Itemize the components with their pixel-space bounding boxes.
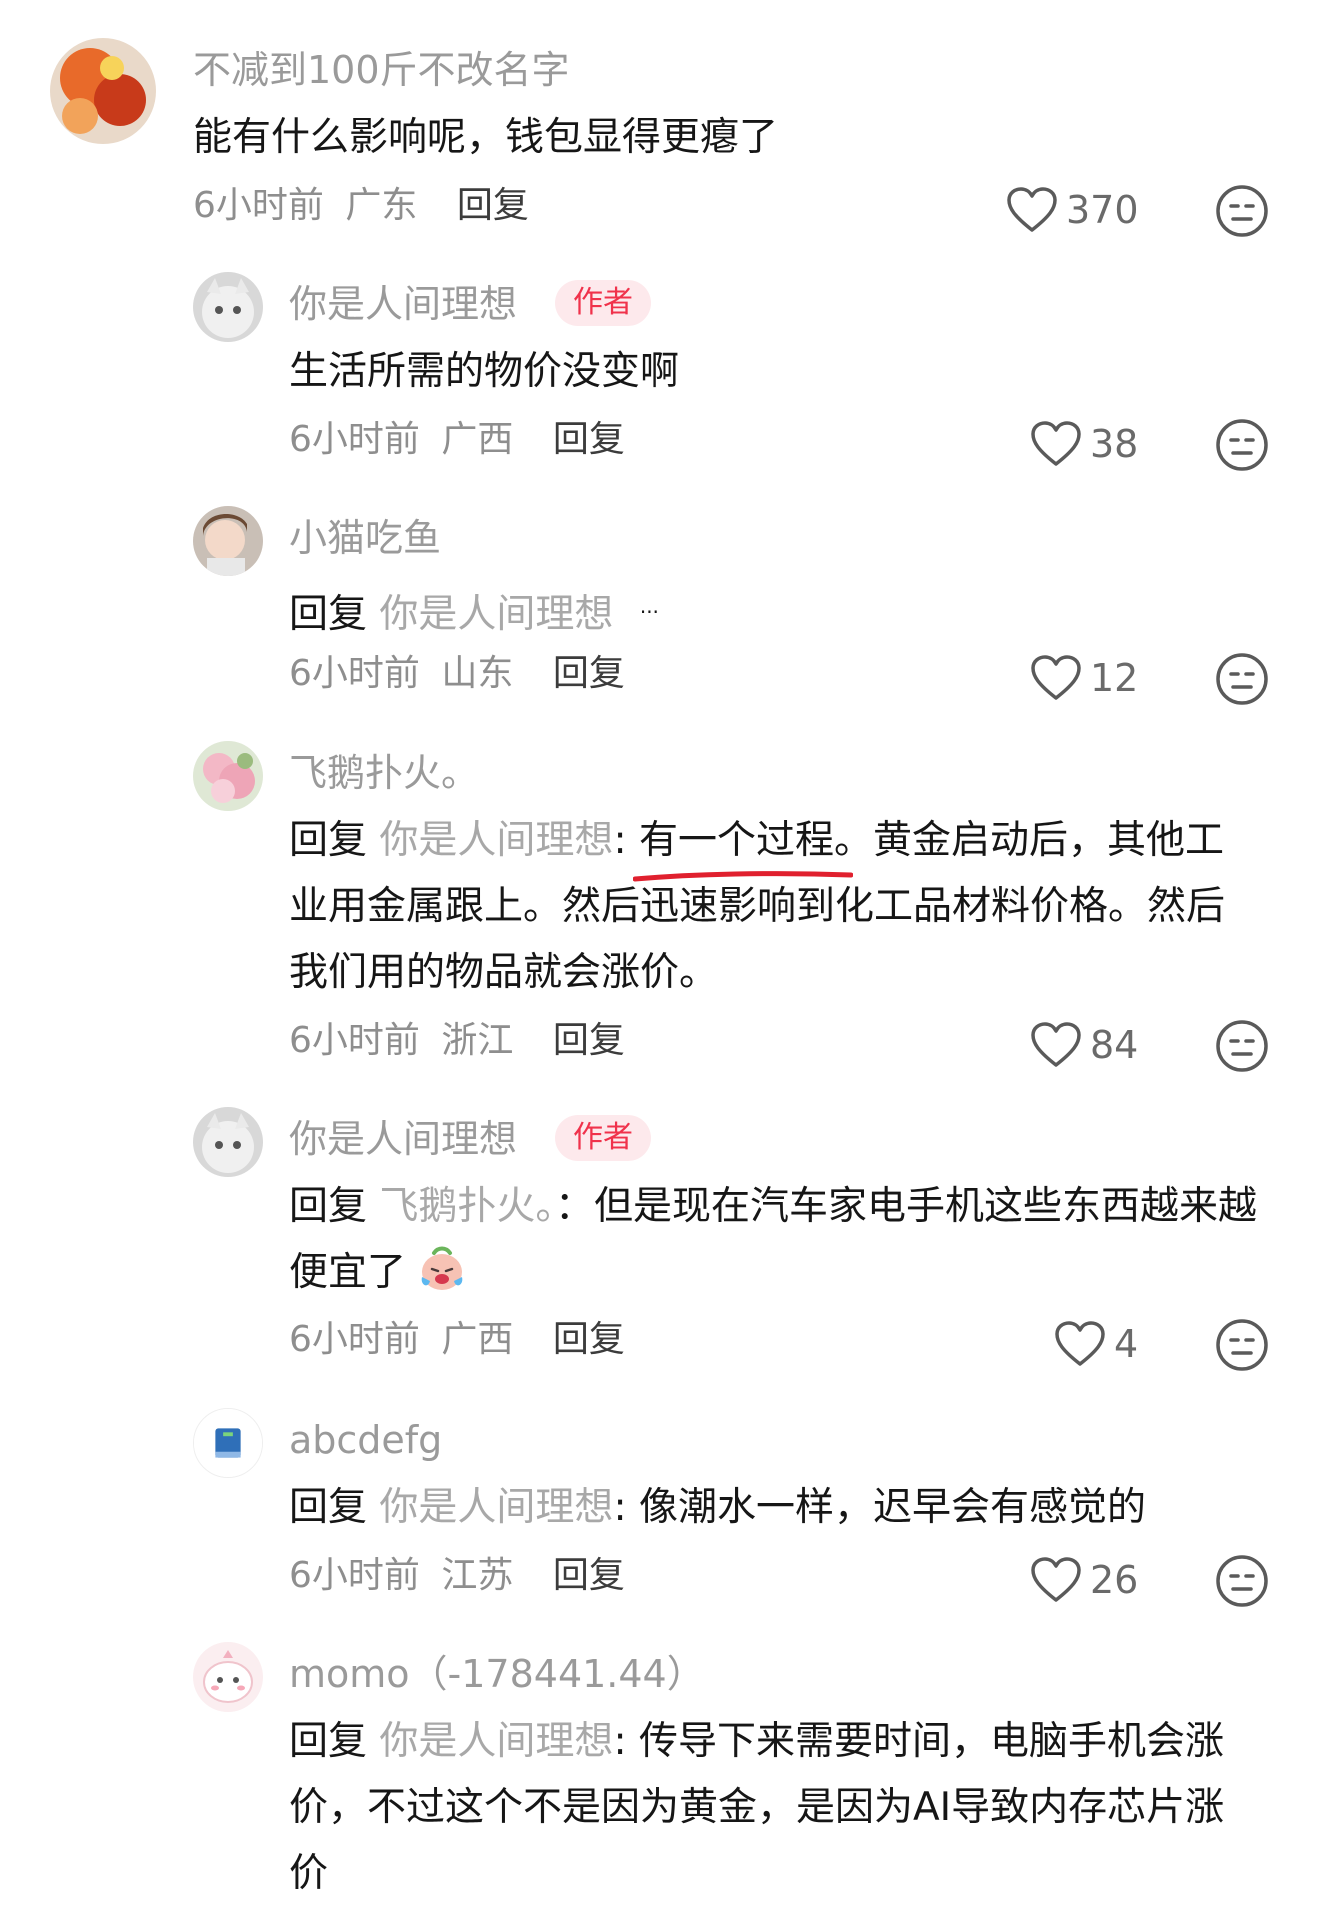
reply-target-username[interactable]: 你是人间理想 bbox=[379, 818, 613, 863]
reply-target-username[interactable]: 你是人间理想 bbox=[379, 592, 613, 637]
underlined-phrase: 有一个过程 bbox=[638, 818, 834, 863]
comment-text: 能有什么影响呢，钱包显得更瘪了 bbox=[193, 115, 779, 160]
heart-icon bbox=[1031, 1022, 1081, 1067]
comment-meta: 6小时前 江苏 回复 bbox=[289, 1552, 625, 1600]
reply-word: 回复 bbox=[289, 818, 368, 863]
unamused-face-icon bbox=[1216, 653, 1268, 705]
like-button[interactable]: 38 bbox=[1030, 416, 1138, 472]
reply-target-username[interactable]: 你是人间理想 bbox=[379, 1719, 613, 1764]
unamused-face-icon bbox=[1216, 185, 1268, 237]
like-count: 370 bbox=[1066, 188, 1139, 232]
crying-laughing-emoji bbox=[422, 1246, 463, 1290]
comment-meta: 6小时前 广西 回复 bbox=[289, 416, 625, 464]
avatar[interactable] bbox=[50, 38, 156, 144]
reply-colon: : bbox=[613, 1485, 639, 1530]
dislike-button[interactable] bbox=[1215, 652, 1269, 706]
comment-meta: 6小时前 广西 回复 bbox=[289, 1316, 625, 1364]
comment-time: 6小时前 bbox=[289, 419, 420, 460]
author-badge: 作者 bbox=[555, 280, 651, 326]
comment-text: 回复 你是人间理想: 像潮水一样，迟早会有感觉的 bbox=[289, 1475, 1146, 1541]
comment-time: 6小时前 bbox=[289, 1555, 420, 1596]
comment-location: 广西 bbox=[441, 1319, 514, 1360]
comment-time: 6小时前 bbox=[289, 1319, 420, 1360]
comment-location: 广西 bbox=[441, 419, 514, 460]
avatar[interactable] bbox=[193, 1642, 263, 1712]
avatar[interactable] bbox=[193, 1408, 263, 1478]
like-button[interactable]: 26 bbox=[1030, 1552, 1138, 1608]
reply-colon: : bbox=[613, 818, 639, 863]
comment-time: 6小时前 bbox=[289, 653, 420, 694]
comment-username[interactable]: abcdefg bbox=[289, 1416, 442, 1464]
unamused-face-icon bbox=[1216, 419, 1268, 471]
heart-icon bbox=[1031, 421, 1081, 466]
dislike-button[interactable] bbox=[1215, 184, 1269, 238]
comment-location: 山东 bbox=[441, 653, 514, 694]
like-count: 84 bbox=[1090, 1023, 1139, 1067]
truncated-text: ... bbox=[639, 594, 659, 618]
avatar[interactable] bbox=[193, 1107, 263, 1177]
comment-username[interactable]: 飞鹅扑火。 bbox=[289, 749, 479, 797]
unamused-face-icon bbox=[1216, 1319, 1268, 1371]
heart-icon bbox=[1055, 1321, 1105, 1366]
dislike-button[interactable] bbox=[1215, 1554, 1269, 1608]
reply-target-username[interactable]: 飞鹅扑火。 bbox=[379, 1184, 555, 1229]
like-count: 4 bbox=[1114, 1322, 1139, 1366]
reply-button[interactable]: 回复 bbox=[553, 1555, 625, 1596]
reply-colon: ： bbox=[554, 1184, 594, 1229]
comment-username[interactable]: 小猫吃鱼 bbox=[289, 514, 441, 562]
avatar[interactable] bbox=[193, 741, 263, 811]
comment-username[interactable]: 你是人间理想 bbox=[289, 280, 517, 328]
comment-body: 像潮水一样，迟早会有感觉的 bbox=[638, 1485, 1146, 1530]
like-button[interactable]: 84 bbox=[1030, 1017, 1138, 1073]
heart-icon bbox=[1031, 655, 1081, 700]
dislike-button[interactable] bbox=[1215, 418, 1269, 472]
comment-username[interactable]: 你是人间理想 bbox=[289, 1115, 517, 1163]
like-button[interactable]: 4 bbox=[1054, 1316, 1138, 1372]
heart-icon bbox=[1007, 187, 1057, 232]
reply-target-username[interactable]: 你是人间理想 bbox=[379, 1485, 613, 1530]
like-button[interactable]: 370 bbox=[1006, 182, 1139, 238]
underlined-text: 有一个过程 bbox=[632, 808, 853, 882]
unamused-face-icon bbox=[1216, 1020, 1268, 1072]
dislike-button[interactable] bbox=[1215, 1318, 1269, 1372]
reply-button[interactable]: 回复 bbox=[553, 419, 625, 460]
comment-location: 浙江 bbox=[441, 1020, 514, 1061]
avatar[interactable] bbox=[193, 272, 263, 342]
comment-text: 生活所需的物价没变啊 bbox=[289, 349, 680, 394]
comment-time: 6小时前 bbox=[289, 1020, 420, 1061]
reply-button[interactable]: 回复 bbox=[553, 653, 625, 694]
heart-icon bbox=[1031, 1557, 1081, 1602]
comment-meta: 6小时前 山东 回复 bbox=[289, 650, 625, 698]
comment-username[interactable]: 不减到100斤不改名字 bbox=[193, 46, 570, 94]
avatar[interactable] bbox=[193, 506, 263, 576]
reply-word: 回复 bbox=[289, 592, 368, 637]
like-count: 26 bbox=[1090, 1558, 1139, 1602]
comment-username[interactable]: momo（-178441.44） bbox=[289, 1650, 705, 1698]
unamused-face-icon bbox=[1216, 1555, 1268, 1607]
like-count: 12 bbox=[1090, 656, 1139, 700]
red-underline-mark bbox=[632, 871, 853, 882]
reply-word: 回复 bbox=[289, 1719, 368, 1764]
reply-button[interactable]: 回复 bbox=[457, 185, 529, 226]
comment-text: 回复 你是人间理想: 传导下来需要时间，电脑手机会涨价，不过这个不是因为黄金，是… bbox=[289, 1709, 1259, 1907]
comment-text: 回复 你是人间理想: 有一个过程 。黄金启动后，其他工业用金属跟上。然后迅速影响到… bbox=[289, 808, 1259, 1006]
reply-word: 回复 bbox=[289, 1184, 368, 1229]
comment-time: 6小时前 bbox=[193, 185, 324, 226]
reply-word: 回复 bbox=[289, 1485, 368, 1530]
comment-meta: 6小时前 广东 回复 bbox=[193, 182, 529, 230]
reply-colon: : bbox=[613, 1719, 639, 1764]
like-button[interactable]: 12 bbox=[1030, 650, 1138, 706]
comment-location: 广东 bbox=[345, 185, 418, 226]
comment-text: 回复 飞鹅扑火。：但是现在汽车家电手机这些东西越来越便宜了 bbox=[289, 1174, 1259, 1306]
dislike-button[interactable] bbox=[1215, 1019, 1269, 1073]
author-badge: 作者 bbox=[555, 1115, 651, 1161]
comment-text: 回复 你是人间理想 ... bbox=[289, 573, 659, 648]
like-count: 38 bbox=[1090, 422, 1139, 466]
comment-location: 江苏 bbox=[441, 1555, 514, 1596]
reply-button[interactable]: 回复 bbox=[553, 1319, 625, 1360]
comment-meta: 6小时前 浙江 回复 bbox=[289, 1017, 625, 1065]
reply-button[interactable]: 回复 bbox=[553, 1020, 625, 1061]
